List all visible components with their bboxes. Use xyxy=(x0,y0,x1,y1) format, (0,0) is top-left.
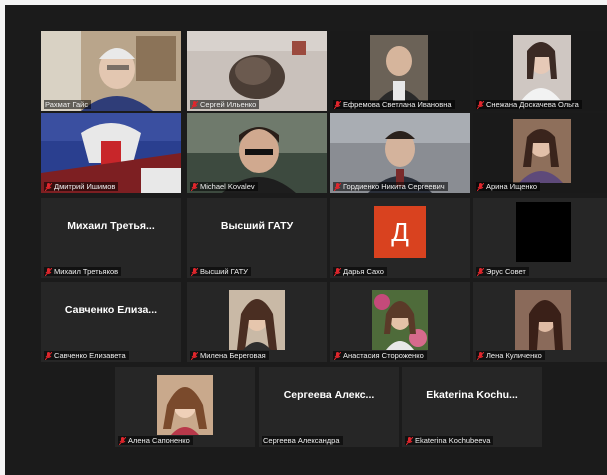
participant-tile[interactable]: Дмитрий Ишимов xyxy=(41,113,181,193)
mic-muted-icon xyxy=(45,182,52,191)
participant-video xyxy=(41,113,181,193)
participant-name: Алена Сапоненко xyxy=(128,436,190,445)
participant-name-label: Рахмат Гайс xyxy=(44,100,92,109)
profile-photo xyxy=(515,290,571,350)
participant-tile[interactable]: Милена Береговая xyxy=(187,282,327,362)
participant-display-name: Михаил Третья... xyxy=(67,220,155,232)
mic-muted-icon xyxy=(406,436,413,445)
participant-name-label: Савченко Елизавета xyxy=(44,351,129,360)
participant-name: Снежана Доскачева Ольга xyxy=(486,100,579,109)
participant-name: Савченко Елизавета xyxy=(54,351,126,360)
participant-name-label: Дарья Сахо xyxy=(333,267,387,276)
participant-name-label: Высший ГАТУ xyxy=(190,267,251,276)
participant-tile[interactable]: Высший ГАТУ Высший ГАТУ xyxy=(187,198,327,278)
participant-tile[interactable]: Ефремова Светлана Ивановна xyxy=(330,31,470,111)
participant-name-label: Снежана Доскачева Ольга xyxy=(476,100,582,109)
mic-muted-icon xyxy=(45,267,52,276)
participant-display-name: Ekaterina Kochu... xyxy=(426,389,518,401)
participant-name: Ефремова Светлана Ивановна xyxy=(343,100,452,109)
participant-tile[interactable]: Д Дарья Сахо xyxy=(330,198,470,278)
participant-name-label: Арина Ищенко xyxy=(476,182,541,191)
mic-muted-icon xyxy=(477,100,484,109)
participant-tile[interactable]: Сергеева Алекс... Сергеева Александра xyxy=(259,367,399,447)
participant-name: Сергей Ильенко xyxy=(200,100,257,109)
participant-display-name: Савченко Елиза... xyxy=(64,304,158,316)
participant-tile[interactable]: Michael Kovalev xyxy=(187,113,327,193)
mic-muted-icon xyxy=(191,182,198,191)
profile-photo xyxy=(157,375,213,435)
participant-video xyxy=(330,31,470,111)
participant-name: Высший ГАТУ xyxy=(200,267,248,276)
participant-video xyxy=(516,202,571,262)
profile-photo xyxy=(229,290,285,350)
participant-tile[interactable]: Ekaterina Kochu... Ekaterina Kochubeeva xyxy=(402,367,542,447)
participant-name-label: Michael Kovalev xyxy=(190,182,258,191)
video-gallery: Рахмат Гайс Сергей Ильенко Ефремова Свет… xyxy=(5,5,607,475)
participant-name-label: Гордиенко Никита Сергеевич xyxy=(333,182,448,191)
participant-tile[interactable]: Эрус Совет xyxy=(473,198,607,278)
participant-tile[interactable]: Михаил Третья... Михаил Третьяков xyxy=(41,198,181,278)
participant-display-name: Сергеева Алекс... xyxy=(283,389,375,401)
participant-name-label: Алена Сапоненко xyxy=(118,436,193,445)
participant-video xyxy=(330,113,470,193)
avatar-initial: Д xyxy=(391,216,409,247)
participant-name-label: Эрус Совет xyxy=(476,267,529,276)
mic-muted-icon xyxy=(334,351,341,360)
participant-tile[interactable]: Рахмат Гайс xyxy=(41,31,181,111)
participant-name-label: Сергей Ильенко xyxy=(190,100,260,109)
participant-name-label: Ефремова Светлана Ивановна xyxy=(333,100,455,109)
participant-tile[interactable]: Снежана Доскачева Ольга xyxy=(473,31,607,111)
mic-muted-icon xyxy=(334,267,341,276)
mic-muted-icon xyxy=(477,267,484,276)
participant-name: Гордиенко Никита Сергеевич xyxy=(343,182,445,191)
participant-tile[interactable]: Анастасия Стороженко xyxy=(330,282,470,362)
participant-name-label: Лена Куличенко xyxy=(476,351,545,360)
participant-name: Дмитрий Ишимов xyxy=(54,182,116,191)
participant-tile[interactable]: Гордиенко Никита Сергеевич xyxy=(330,113,470,193)
mic-muted-icon xyxy=(477,351,484,360)
participant-video xyxy=(473,113,607,193)
participant-name-label: Милена Береговая xyxy=(190,351,269,360)
mic-muted-icon xyxy=(334,182,341,191)
participant-video xyxy=(187,31,327,111)
participant-name: Сергеева Александра xyxy=(263,436,340,445)
participant-name-label: Сергеева Александра xyxy=(262,436,343,445)
participant-name: Эрус Совет xyxy=(486,267,526,276)
mic-muted-icon xyxy=(45,351,52,360)
participant-video xyxy=(187,113,327,193)
participant-name: Михаил Третьяков xyxy=(54,267,119,276)
participant-tile[interactable]: Лена Куличенко xyxy=(473,282,607,362)
participant-tile[interactable]: Сергей Ильенко xyxy=(187,31,327,111)
participant-name: Michael Kovalev xyxy=(200,182,255,191)
participant-name: Рахмат Гайс xyxy=(45,100,89,109)
participant-name: Дарья Сахо xyxy=(343,267,384,276)
participant-name-label: Дмитрий Ишимов xyxy=(44,182,119,191)
participant-video xyxy=(41,31,181,111)
participant-tile[interactable]: Арина Ищенко xyxy=(473,113,607,193)
profile-photo xyxy=(372,290,428,350)
mic-muted-icon xyxy=(334,100,341,109)
avatar: Д xyxy=(374,206,426,258)
participant-tile[interactable]: Алена Сапоненко xyxy=(115,367,255,447)
participant-display-name: Высший ГАТУ xyxy=(220,220,294,232)
participant-video xyxy=(473,31,607,111)
participant-name-label: Анастасия Стороженко xyxy=(333,351,427,360)
participant-name: Анастасия Стороженко xyxy=(343,351,424,360)
participant-name: Лена Куличенко xyxy=(486,351,542,360)
mic-muted-icon xyxy=(119,436,126,445)
participant-name: Милена Береговая xyxy=(200,351,266,360)
mic-muted-icon xyxy=(191,100,198,109)
participant-name: Ekaterina Kochubeeva xyxy=(415,436,491,445)
participant-tile[interactable]: Савченко Елиза... Савченко Елизавета xyxy=(41,282,181,362)
mic-muted-icon xyxy=(191,267,198,276)
mic-muted-icon xyxy=(191,351,198,360)
mic-muted-icon xyxy=(477,182,484,191)
participant-name: Арина Ищенко xyxy=(486,182,538,191)
participant-name-label: Ekaterina Kochubeeva xyxy=(405,436,494,445)
participant-name-label: Михаил Третьяков xyxy=(44,267,122,276)
